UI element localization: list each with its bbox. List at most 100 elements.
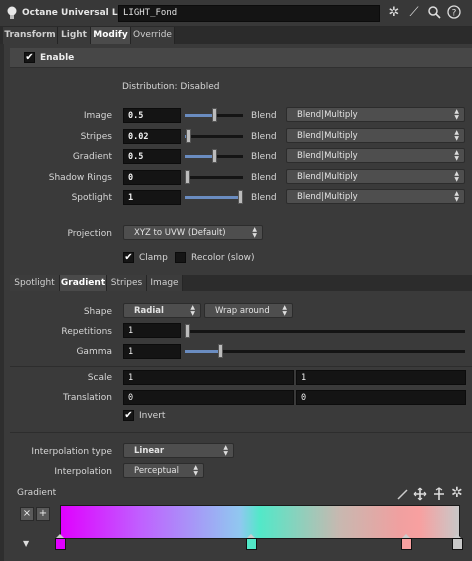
updown-arrows-icon: ▲ ▼ [454,129,459,142]
layer-blend-dropdown[interactable]: Blend|Multiply ▲ ▼ [286,148,465,163]
tab-transform[interactable]: Transform [3,27,58,44]
layer-value-field[interactable]: 0 [123,170,181,185]
scale-label: Scale [87,373,112,383]
layer-slider-handle[interactable] [185,170,190,184]
layer-label: Shadow Rings [48,173,112,183]
enable-bar [10,48,472,68]
updown-arrows-icon: ▲ ▼ [454,170,459,183]
translation-x-field[interactable]: 0 [123,390,294,405]
pen-icon[interactable] [396,487,410,501]
repetitions-field[interactable]: 1 [123,323,181,338]
layer-blend-label: Blend [251,173,277,183]
layer-blend-label: Blend [251,111,277,121]
layer-blend-dropdown[interactable]: Blend|Multiply ▲ ▼ [286,189,465,204]
layer-blend-dropdown[interactable]: Blend|Multiply ▲ ▼ [286,169,465,184]
layer-value-field[interactable]: 0.5 [123,149,181,164]
layer-slider-fill [185,155,212,158]
invert-checkbox[interactable]: ✔ [123,410,134,421]
layer-blend-value: Blend|Multiply [297,172,358,182]
section-divider [10,366,472,367]
repetitions-slider-handle[interactable] [185,324,190,338]
svg-text:?: ? [452,9,457,19]
section-divider [10,432,472,433]
interp-type-label: Interpolation type [31,447,112,457]
clamp-checkbox[interactable]: ✔ [123,252,134,263]
scale-y-field[interactable]: 1 [296,370,466,385]
layer-slider-handle[interactable] [186,129,191,143]
repetitions-slider-track[interactable] [185,330,465,333]
updown-arrows-icon: ▲ ▼ [252,226,257,239]
gradient-stop[interactable] [401,538,412,550]
node-name-field[interactable]: LIGHT_Fond [118,5,380,22]
wrap-value: Wrap around [215,306,270,316]
updown-arrows-icon: ▲ ▼ [454,190,459,203]
updown-arrows-icon: ▲ ▼ [190,304,195,317]
layer-value-field[interactable]: 0.02 [123,129,181,144]
projection-dropdown[interactable]: XYZ to UVW (Default) ▲ ▼ [123,225,263,240]
recolor-label: Recolor (slow) [191,253,255,263]
tab-override[interactable]: Override [131,27,175,44]
enable-label: Enable [40,53,75,63]
gear-icon[interactable]: ✲ [451,486,465,500]
layer-slider-handle[interactable] [238,190,243,204]
gradient-stop[interactable] [246,538,257,550]
delete-stop-button[interactable]: × [20,507,34,521]
interp-value: Perceptual [134,466,179,476]
wrap-dropdown[interactable]: Wrap around ▲ ▼ [204,303,293,318]
clamp-label: Clamp [139,253,168,263]
recolor-checkbox[interactable] [175,252,186,263]
parameter-tabs: Transform Light Modify Override [0,27,472,44]
layer-value-field[interactable]: 1 [123,190,181,205]
tab-modify[interactable]: Modify [91,27,131,44]
texture-tabs: Spotlight Gradient Stripes Image [10,275,472,291]
gear-icon[interactable]: ✲ [386,5,402,21]
gradient-stop[interactable] [55,538,66,550]
layer-blend-label: Blend [251,193,277,203]
projection-value: XYZ to UVW (Default) [134,228,226,238]
add-stop-button[interactable]: + [36,507,50,521]
stop-pointer-icon [56,534,64,538]
layer-slider-handle[interactable] [212,149,217,163]
gamma-slider-track[interactable] [185,350,465,353]
transform-icon[interactable] [432,487,446,501]
expand-triangle-icon[interactable]: ▼ [23,539,29,548]
translation-y-field[interactable]: 0 [296,390,466,405]
interp-dropdown[interactable]: Perceptual ▲ ▼ [123,463,204,478]
subtab-image[interactable]: Image [147,275,183,291]
enable-checkbox[interactable]: ✔ [24,52,35,63]
layer-value-field[interactable]: 0.5 [123,108,181,123]
stop-pointer-icon [453,534,461,538]
gradient-stop[interactable] [452,538,463,550]
layer-blend-value: Blend|Multiply [297,131,358,141]
search-icon[interactable] [426,5,442,21]
invert-label: Invert [139,411,166,421]
subtab-gradient[interactable]: Gradient [60,275,107,291]
gradient-ramp[interactable] [60,505,460,539]
updown-arrows-icon: ▲ ▼ [454,108,459,121]
gamma-field[interactable]: 1 [123,344,181,359]
brush-icon[interactable]: ⟋ [406,5,422,21]
scale-x-field[interactable]: 1 [123,370,294,385]
shape-dropdown[interactable]: Radial ▲ ▼ [123,303,201,318]
layer-blend-dropdown[interactable]: Blend|Multiply ▲ ▼ [286,128,465,143]
projection-label: Projection [67,229,112,239]
layer-slider-handle[interactable] [212,108,217,122]
tab-light[interactable]: Light [58,27,91,44]
info-icon[interactable]: ? [446,5,462,21]
layer-label: Gradient [72,152,112,162]
gradient-ramp-label: Gradient [17,488,57,498]
layer-slider-track[interactable] [185,135,243,138]
move-icon[interactable] [413,487,427,501]
subtab-spotlight[interactable]: Spotlight [10,275,60,291]
repetitions-label: Repetitions [61,327,112,337]
layer-blend-dropdown[interactable]: Blend|Multiply ▲ ▼ [286,107,465,122]
layer-blend-value: Blend|Multiply [297,151,358,161]
layer-blend-label: Blend [251,132,277,142]
shape-value: Radial [134,306,164,316]
layer-slider-track[interactable] [185,176,243,179]
layer-label: Spotlight [71,193,112,203]
interp-label: Interpolation [54,467,112,477]
subtab-stripes[interactable]: Stripes [107,275,147,291]
interp-type-dropdown[interactable]: Linear ▲ ▼ [123,443,234,458]
gamma-slider-handle[interactable] [218,344,223,358]
